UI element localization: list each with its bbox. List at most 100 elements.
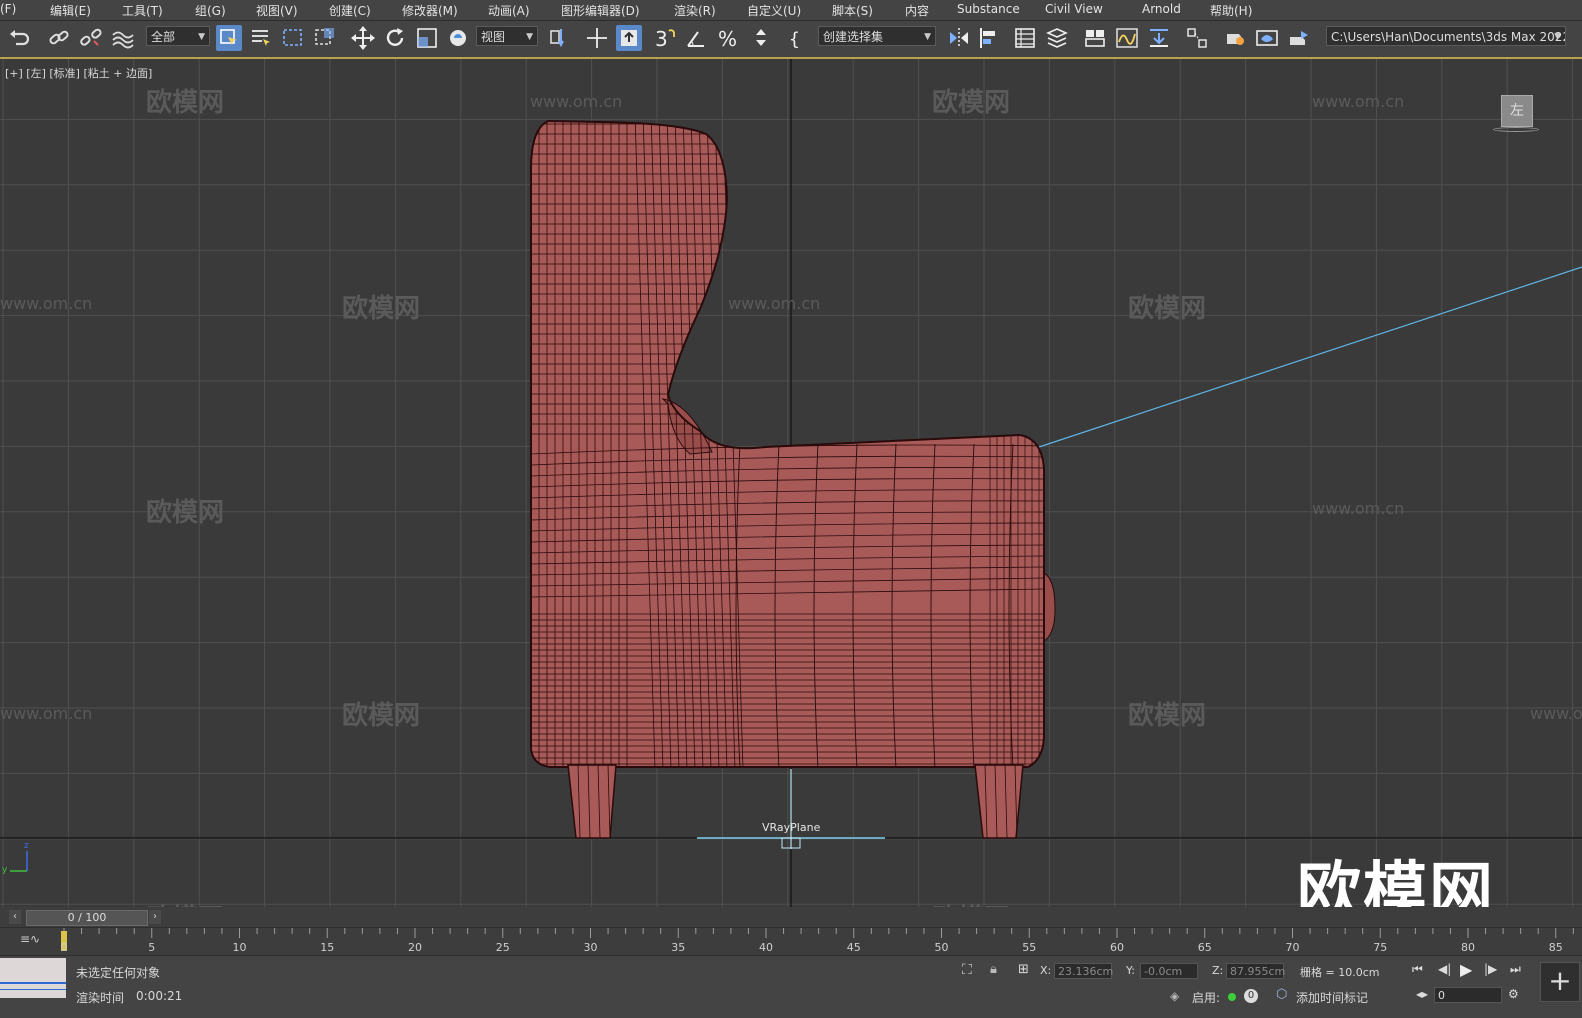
ribbon-icon[interactable] [1082,25,1108,51]
named-selection-value: 创建选择集 [823,30,884,44]
viewport-navigation-icon[interactable]: + [1540,962,1580,1002]
add-time-tag[interactable]: 添加时间标记 [1296,989,1368,1006]
select-object-icon[interactable] [216,25,242,51]
edit-named-sets-icon[interactable]: { } [786,25,822,51]
maxscript-listener-mini[interactable] [0,958,66,998]
unlink-icon[interactable] [78,25,104,51]
menu-customize[interactable]: 自定义(U) [747,2,801,19]
absolute-mode-icon[interactable]: ⊞ [1018,962,1029,977]
selection-status: 未选定任何对象 [76,966,161,980]
angle-snap-icon[interactable] [684,25,710,51]
curve-editor-icon[interactable] [1114,25,1140,51]
key-mode-icon[interactable]: ◂▸ [1416,987,1428,1001]
snap-toggle-icon[interactable] [616,25,642,51]
track-tick-label: 70 [1285,941,1300,954]
viewport-label[interactable]: [+] [左] [标准] [粘土 + 边面] [5,65,152,81]
prev-key-icon[interactable]: ◀| [1438,962,1451,976]
window-crossing-icon[interactable] [312,25,338,51]
current-frame-field[interactable]: 0 [1434,987,1502,1003]
play-icon[interactable]: ▶ [1460,960,1472,979]
goto-start-icon[interactable]: ⏮ [1412,962,1423,977]
rendered-frame-icon[interactable] [1254,25,1280,51]
render-production-icon[interactable] [1286,25,1312,51]
menu-graph-editors[interactable]: 图形编辑器(D) [561,2,640,19]
zero-toggle-icon[interactable]: 0 [1244,989,1258,1003]
isolate-icon[interactable]: ⛶ [962,962,972,978]
rect-selection-icon[interactable] [280,25,306,51]
menu-rendering[interactable]: 渲染(R) [674,2,716,19]
menu-edit[interactable]: 编辑(E) [50,2,91,19]
menu-scripting[interactable]: 脚本(S) [832,2,873,19]
lock-icon[interactable]: 🔒︎ [990,962,997,977]
link-icon[interactable] [46,25,72,51]
menu-file[interactable]: (F) [0,2,16,16]
svg-text:3: 3 [655,27,668,51]
vrayplane-label: VRayPlane [762,821,821,834]
menu-create[interactable]: 创建(C) [329,2,371,19]
prev-frame-arrow-icon[interactable]: ‹ [9,910,21,924]
next-frame-arrow-icon[interactable]: › [149,910,161,924]
selection-filter-value: 全部 [151,30,176,44]
viewcube-face-left[interactable]: 左 [1501,95,1533,127]
watermark-logo: 欧模网 [146,87,224,118]
x-coordinate-field[interactable]: 23.136cm [1054,963,1113,979]
selection-filter-dropdown[interactable]: 全部 ▼ [146,26,210,46]
menu-civil-view[interactable]: Civil View [1045,2,1103,16]
time-config-icon[interactable]: ⚙ [1508,987,1519,1001]
material-editor-icon[interactable] [1184,25,1210,51]
y-coordinate-field[interactable]: -0.0cm [1140,963,1198,979]
reference-coord-dropdown[interactable]: 视图 ▼ [476,26,538,46]
keyboard-shortcut-icon[interactable] [584,25,610,51]
align-icon[interactable] [976,25,1002,51]
pivot-icon[interactable] [546,25,572,51]
next-key-icon[interactable]: |▶ [1484,962,1497,976]
time-slider[interactable]: 0 / 100 [26,910,148,926]
project-path-dropdown[interactable]: C:\Users\Han\Documents\3ds Max 2022 ▼ [1326,26,1566,46]
x-label: X: [1040,964,1052,977]
axis-z-label: z [24,841,29,851]
menu-group[interactable]: 组(G) [195,2,226,19]
menu-animation[interactable]: 动画(A) [488,2,530,19]
viewcube[interactable]: 左 [1493,95,1539,135]
watermark-text: www.om.cn [0,704,92,723]
brand-logo: 欧模网 [1297,856,1495,907]
menu-help[interactable]: 帮助(H) [1210,2,1252,19]
menu-tools[interactable]: 工具(T) [122,2,163,19]
render-setup-icon[interactable] [1222,25,1248,51]
scene-explorer-icon[interactable] [1012,25,1038,51]
goto-end-icon[interactable]: ⏭ [1510,962,1521,977]
spinner-snap-icon[interactable] [748,25,774,51]
select-by-name-icon[interactable] [248,25,274,51]
menu-arnold[interactable]: Arnold [1142,2,1181,16]
rotate-icon[interactable] [382,25,408,51]
menu-content[interactable]: 内容 [905,2,929,19]
mirror-tool-icon[interactable] [946,25,972,51]
svg-text:{ }: { } [789,29,812,50]
placement-icon[interactable] [446,25,472,51]
menu-substance[interactable]: Substance [957,2,1020,16]
layer-explorer-icon[interactable] [1044,25,1070,51]
adaptive-degradation-icon[interactable]: ◈ [1170,989,1179,1003]
track-bar[interactable]: ≡∿ 0 5 10 15 20 25 30 35 40 45 50 55 60 65 70 75 80 85 [0,927,1582,955]
z-coordinate-field[interactable]: 87.955cm [1226,963,1285,979]
menu-modifiers[interactable]: 修改器(M) [402,2,458,19]
enable-status-dot [1228,993,1236,1001]
menu-bar: (F) 编辑(E) 工具(T) 组(G) 视图(V) 创建(C) 修改器(M) … [0,0,1582,21]
track-tick-label: 35 [671,941,686,954]
schematic-view-icon[interactable] [1146,25,1172,51]
named-selection-dropdown[interactable]: 创建选择集 ▼ [818,26,936,46]
left-viewport[interactable]: www.om.cn www.om.cn www.om.cn www.om.cn www.… [0,59,1582,907]
move-icon[interactable] [350,25,376,51]
scale-icon[interactable] [414,25,440,51]
watermark-logo: 欧模网 [342,700,420,731]
percent-snap-icon[interactable]: % [716,25,742,51]
snap-3d-icon[interactable]: 3 [652,25,678,51]
track-tick-label: 5 [148,941,156,954]
undo-icon[interactable] [6,25,32,51]
menu-views[interactable]: 视图(V) [256,2,298,19]
status-bar: 未选定任何对象 渲染时间 0:00:21 ⛶ 🔒︎ ⊞ X: 23.136cm … [0,955,1582,1018]
time-tag-icon[interactable]: ⬡ [1276,987,1287,1002]
track-tick-label: 30 [583,941,598,954]
bind-spacewarp-icon[interactable] [110,25,136,51]
grid-size-label: 栅格 = 10.0cm [1300,966,1380,979]
